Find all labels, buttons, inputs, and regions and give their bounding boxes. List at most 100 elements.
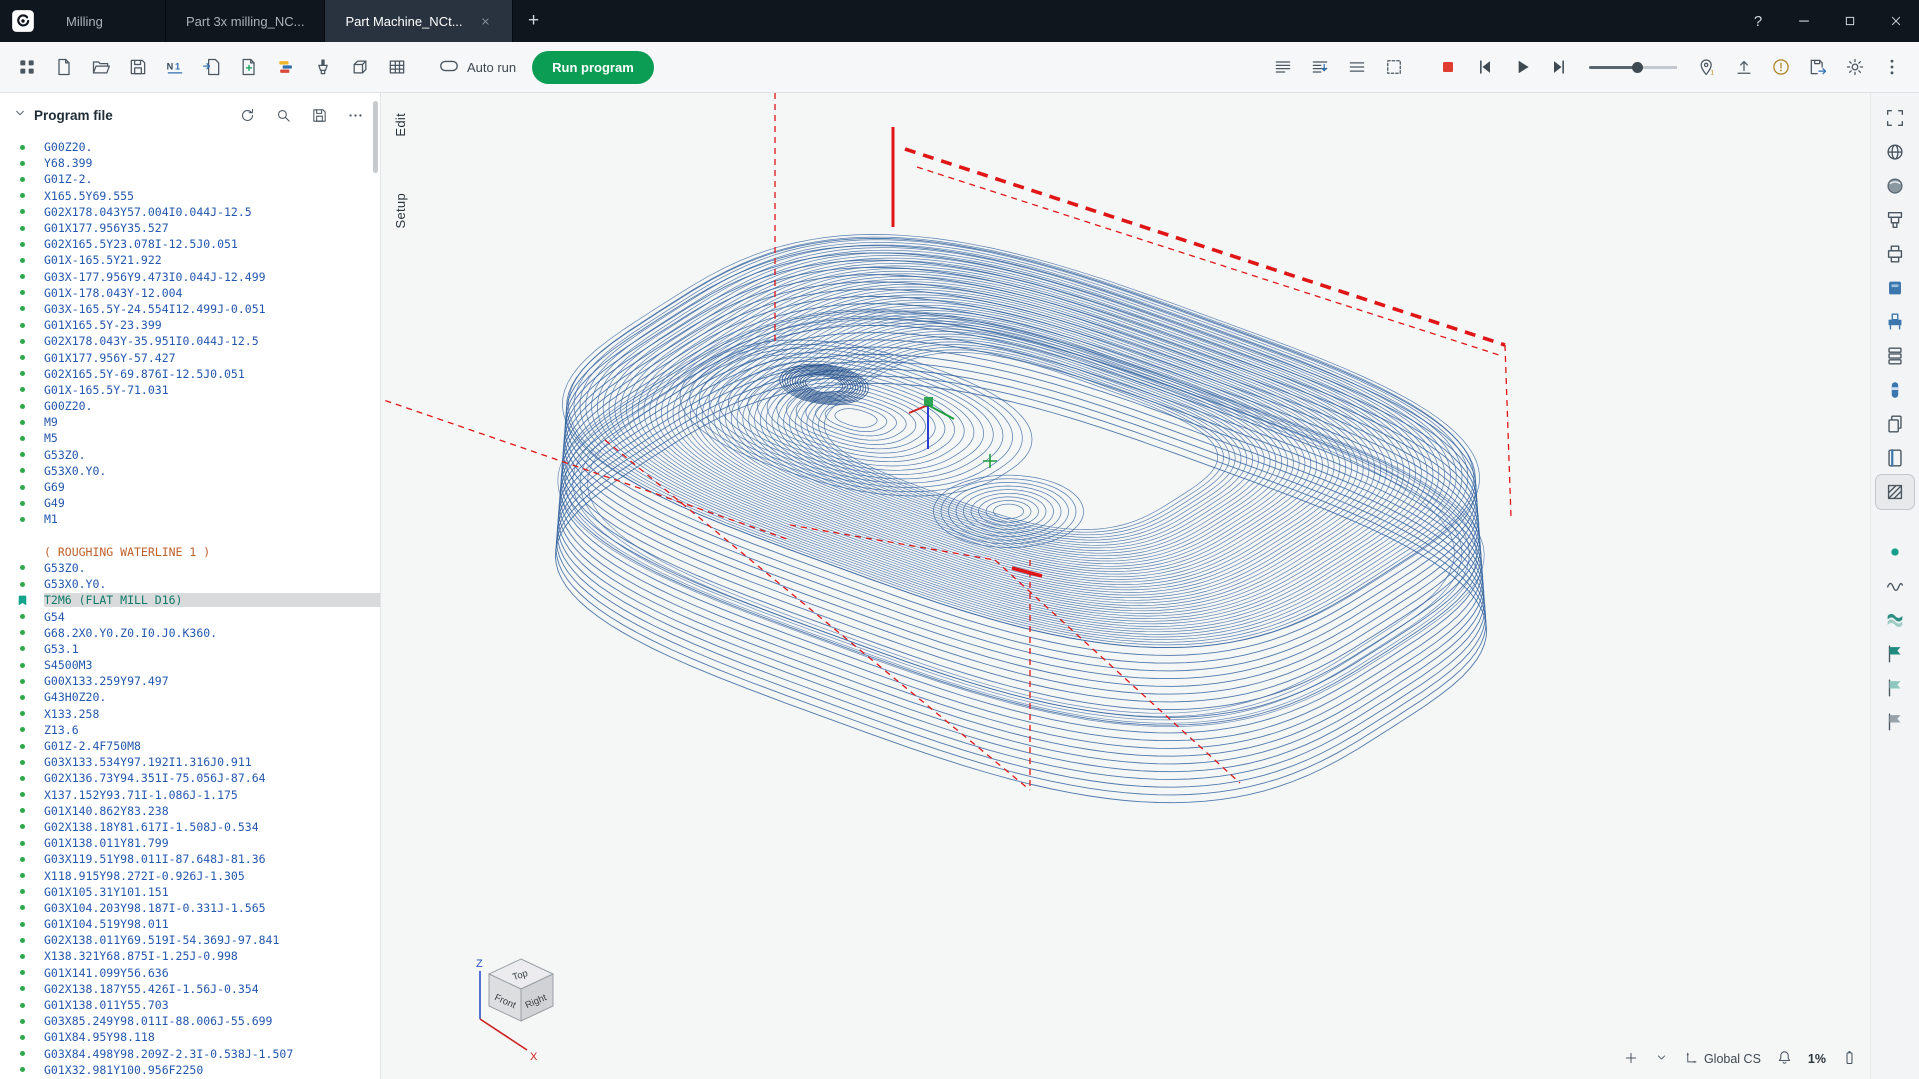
- code-line[interactable]: G02X138.18Y81.617I-1.508J-0.534: [0, 819, 380, 835]
- save-export-button[interactable]: [1801, 50, 1835, 84]
- new-file-button[interactable]: [47, 50, 81, 84]
- sidebar-ribbon-button[interactable]: [1876, 603, 1914, 637]
- program-list-button[interactable]: [1266, 50, 1300, 84]
- code-line[interactable]: G53X0.Y0.: [0, 463, 380, 479]
- code-line[interactable]: M9: [0, 414, 380, 430]
- sidebar-hatch-square-button[interactable]: [1876, 475, 1914, 509]
- app-logo[interactable]: [0, 0, 46, 42]
- code-line[interactable]: [0, 528, 380, 544]
- code-line[interactable]: G02X136.73Y94.351I-75.056J-87.64: [0, 770, 380, 786]
- apps-grid-button[interactable]: [10, 50, 44, 84]
- code-line[interactable]: X118.915Y98.272I-0.926J-1.305: [0, 867, 380, 883]
- kebab-menu-button[interactable]: [1875, 50, 1909, 84]
- settings-gear-button[interactable]: [1838, 50, 1872, 84]
- panel-scrollbar[interactable]: [373, 101, 378, 173]
- code-line[interactable]: G01Z-2.4F750M8: [0, 738, 380, 754]
- search-button[interactable]: [270, 102, 296, 128]
- tab-0[interactable]: Milling: [46, 0, 166, 42]
- code-line[interactable]: G01X-178.043Y-12.004: [0, 285, 380, 301]
- save-file-button[interactable]: [121, 50, 155, 84]
- play-button[interactable]: [1505, 50, 1539, 84]
- code-line[interactable]: G02X165.5Y23.078I-12.5J0.051: [0, 236, 380, 252]
- sidebar-probe-dot-button[interactable]: [1876, 535, 1914, 569]
- code-line[interactable]: G01X84.95Y98.118: [0, 1029, 380, 1045]
- help-button[interactable]: ?: [1735, 0, 1781, 42]
- view-cube[interactable]: Top Front Right Z X: [473, 955, 583, 1067]
- slider-knob-icon[interactable]: [1632, 62, 1643, 73]
- code-line[interactable]: G01X105.31Y101.151: [0, 884, 380, 900]
- table-view-button[interactable]: [380, 50, 414, 84]
- sidebar-copy-pages-button[interactable]: [1876, 407, 1914, 441]
- code-line[interactable]: G01X-165.5Y21.922: [0, 252, 380, 268]
- run-program-button[interactable]: Run program: [532, 51, 654, 84]
- code-line[interactable]: X138.321Y68.875I-1.25J-0.998: [0, 948, 380, 964]
- sidebar-machine-head-button[interactable]: [1876, 203, 1914, 237]
- tab-setup[interactable]: Setup: [393, 193, 408, 228]
- ellipsis-button[interactable]: [342, 102, 368, 128]
- speed-slider[interactable]: [1589, 50, 1677, 84]
- code-line[interactable]: G53Z0.: [0, 447, 380, 463]
- code-line[interactable]: G03X133.534Y97.192I1.316J0.911: [0, 754, 380, 770]
- code-line[interactable]: G53Z0.: [0, 560, 380, 576]
- auto-run-toggle[interactable]: Auto run: [438, 55, 516, 80]
- code-line[interactable]: G01X177.956Y-57.427: [0, 349, 380, 365]
- code-line[interactable]: G01Z-2.: [0, 171, 380, 187]
- close-button[interactable]: [1873, 0, 1919, 42]
- code-line[interactable]: G43H0Z20.: [0, 689, 380, 705]
- code-line[interactable]: G01X104.519Y98.011: [0, 916, 380, 932]
- code-line[interactable]: G00X133.259Y97.497: [0, 673, 380, 689]
- warning-button[interactable]: [1764, 50, 1798, 84]
- code-line[interactable]: G01X32.981Y100.956F2250: [0, 1062, 380, 1078]
- code-line[interactable]: G03X-165.5Y-24.554I12.499J-0.051: [0, 301, 380, 317]
- toolpath-canvas[interactable]: [381, 93, 1870, 1079]
- code-line[interactable]: G54: [0, 608, 380, 624]
- tab-2[interactable]: Part Machine_NCt...: [325, 0, 512, 42]
- code-line[interactable]: M5: [0, 430, 380, 446]
- code-line[interactable]: Y68.399: [0, 155, 380, 171]
- code-line[interactable]: M1: [0, 511, 380, 527]
- skip-end-button[interactable]: [1542, 50, 1576, 84]
- code-line[interactable]: G53.1: [0, 641, 380, 657]
- sidebar-flag-dark-button[interactable]: [1876, 637, 1914, 671]
- sidebar-tool-capsule-button[interactable]: [1876, 373, 1914, 407]
- code-line[interactable]: G69: [0, 479, 380, 495]
- viewport-3d[interactable]: Edit Setup Top Front Right Z X Global CS…: [381, 93, 1870, 1079]
- send-up-button[interactable]: [1727, 50, 1761, 84]
- code-line[interactable]: G01X165.5Y-23.399: [0, 317, 380, 333]
- code-line[interactable]: G02X178.043Y57.004I0.044J-12.5: [0, 204, 380, 220]
- renumber-n1-button[interactable]: N1: [158, 50, 192, 84]
- sidebar-stack-button[interactable]: [1876, 339, 1914, 373]
- code-line[interactable]: G03X84.498Y98.209Z-2.3I-0.538J-1.507: [0, 1046, 380, 1062]
- code-line[interactable]: G01X-165.5Y-71.031: [0, 382, 380, 398]
- tab-edit[interactable]: Edit: [393, 113, 408, 137]
- stock-button[interactable]: [343, 50, 377, 84]
- maximize-button[interactable]: [1827, 0, 1873, 42]
- file-import-button[interactable]: [195, 50, 229, 84]
- code-line[interactable]: G03X85.249Y98.011I-88.006J-55.699: [0, 1013, 380, 1029]
- save-file-button[interactable]: [306, 102, 332, 128]
- code-line[interactable]: G01X140.862Y83.238: [0, 803, 380, 819]
- sidebar-fixture-button[interactable]: [1876, 305, 1914, 339]
- code-line[interactable]: G00Z20.: [0, 139, 380, 155]
- sidebar-wave-button[interactable]: [1876, 569, 1914, 603]
- tab-1[interactable]: Part 3x milling_NC...: [166, 0, 325, 42]
- coordinate-system-selector[interactable]: Global CS: [1684, 1050, 1761, 1068]
- code-line[interactable]: S4500M3: [0, 657, 380, 673]
- sidebar-flag-light-button[interactable]: [1876, 671, 1914, 705]
- bell-slot[interactable]: [1776, 1049, 1793, 1069]
- collapse-chevron-slot[interactable]: [12, 105, 28, 126]
- skip-start-button[interactable]: [1468, 50, 1502, 84]
- code-line[interactable]: G01X138.011Y55.703: [0, 997, 380, 1013]
- code-line[interactable]: X133.258: [0, 706, 380, 722]
- code-line[interactable]: G01X177.956Y35.527: [0, 220, 380, 236]
- code-line[interactable]: G03X104.203Y98.187I-0.331J-1.565: [0, 900, 380, 916]
- code-line[interactable]: X137.152Y93.71I-1.086J-1.175: [0, 787, 380, 803]
- goto-line-button[interactable]: [1303, 50, 1337, 84]
- stop-button[interactable]: [1431, 50, 1465, 84]
- chevron-slot[interactable]: [1654, 1050, 1669, 1068]
- sidebar-flag-gray-button[interactable]: [1876, 705, 1914, 739]
- refresh-button[interactable]: [234, 102, 260, 128]
- code-line[interactable]: G49: [0, 495, 380, 511]
- frame-select-button[interactable]: [1377, 50, 1411, 84]
- tool-library-button[interactable]: [269, 50, 303, 84]
